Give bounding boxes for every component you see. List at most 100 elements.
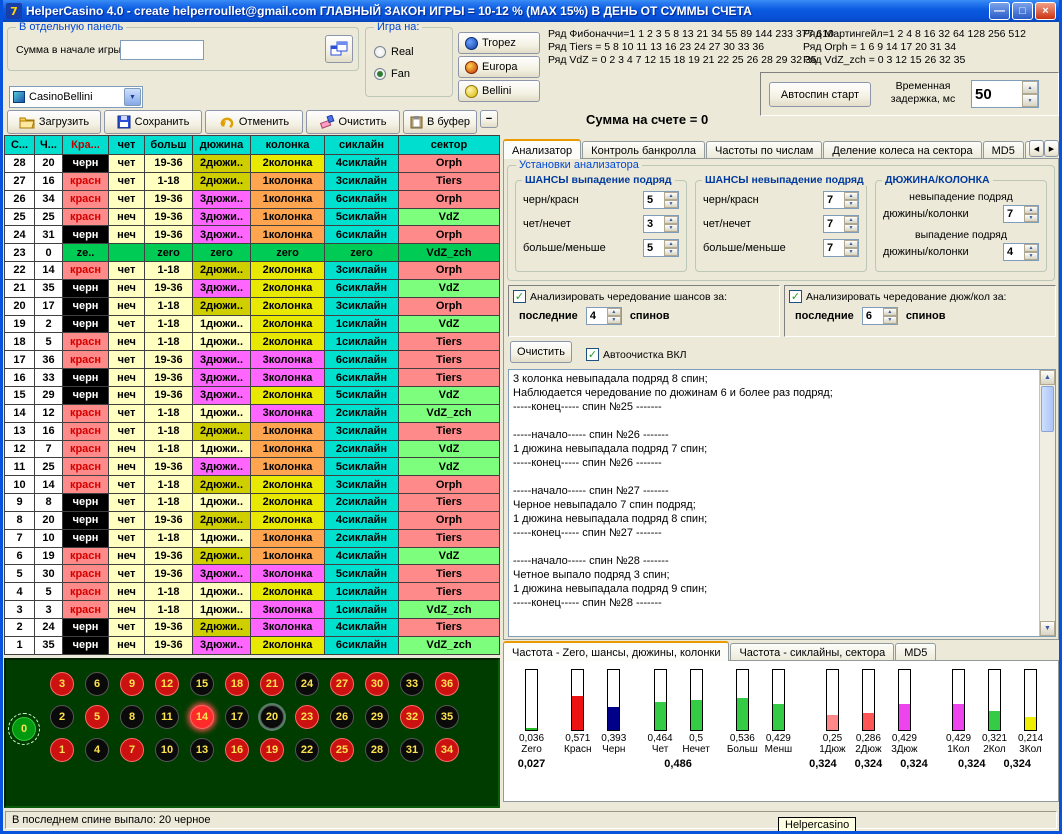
board-number-33[interactable]: 33 (400, 672, 424, 696)
casino-select[interactable]: CasinoBellini ▼ (9, 86, 143, 108)
maximize-button[interactable]: □ (1012, 2, 1033, 20)
scrollbar-thumb[interactable] (1041, 386, 1054, 432)
main-tab[interactable]: Частоты по числам (706, 141, 822, 159)
spinner-input[interactable] (1004, 244, 1024, 260)
spinner-down-icon[interactable]: ▼ (844, 200, 858, 208)
frequency-tab[interactable]: Частота - сиклайны, сектора (730, 643, 894, 661)
board-number-34[interactable]: 34 (435, 738, 459, 762)
board-number-29[interactable]: 29 (365, 705, 389, 729)
radio-fan[interactable]: Fan (374, 68, 410, 80)
load-button[interactable]: Загрузить (7, 110, 101, 134)
analyzer-setting-spinner[interactable]: ▲▼ (643, 191, 679, 209)
board-number-18[interactable]: 18 (225, 672, 249, 696)
spinner-up-icon[interactable]: ▲ (844, 192, 858, 200)
board-number-0[interactable]: 0 (12, 717, 36, 741)
spinner-down-icon[interactable]: ▼ (844, 248, 858, 256)
board-number-32[interactable]: 32 (400, 705, 424, 729)
spinner-up-icon[interactable]: ▲ (1024, 244, 1038, 252)
spinner-up-icon[interactable]: ▲ (883, 308, 897, 316)
analyzer-setting-spinner[interactable]: ▲▼ (643, 215, 679, 233)
alt-dozens-checkbox[interactable] (789, 290, 802, 303)
spinner-up-icon[interactable]: ▲ (1024, 206, 1038, 214)
frequency-tab[interactable]: Частота - Zero, шансы, дюжины, колонки (503, 641, 729, 661)
tab-scroll-right-icon[interactable]: ▶ (1044, 140, 1059, 157)
alt-chances-spinner-control[interactable]: ▲▼ (586, 307, 622, 325)
board-number-3[interactable]: 3 (50, 672, 74, 696)
spinner-input[interactable] (644, 240, 664, 256)
spinner-down-icon[interactable]: ▼ (664, 248, 678, 256)
board-number-24[interactable]: 24 (295, 672, 319, 696)
spinner-input[interactable] (824, 192, 844, 208)
board-number-35[interactable]: 35 (435, 705, 459, 729)
board-number-21[interactable]: 21 (260, 672, 284, 696)
board-number-13[interactable]: 13 (190, 738, 214, 762)
alt-dozens-spinner-control[interactable]: ▲▼ (862, 307, 898, 325)
board-number-16[interactable]: 16 (225, 738, 249, 762)
analyzer-setting-spinner[interactable]: ▲▼ (1003, 243, 1039, 261)
spinner-input[interactable] (863, 308, 883, 324)
start-sum-input[interactable] (120, 40, 204, 60)
dropdown-arrow-icon[interactable]: ▼ (124, 88, 141, 106)
spinner-down-icon[interactable]: ▼ (1024, 252, 1038, 260)
alt-dozens-spinner[interactable]: ▲▼ (862, 307, 898, 325)
tropez-button[interactable]: Tropez (458, 32, 540, 54)
board-number-26[interactable]: 26 (330, 705, 354, 729)
collapse-button[interactable]: − (480, 110, 498, 128)
main-tab[interactable]: Контроль банкролла (582, 141, 705, 159)
spinner-down-icon[interactable]: ▼ (1022, 94, 1038, 107)
main-tab[interactable]: MD5 (983, 141, 1024, 159)
analyzer-setting-spinner[interactable]: ▲▼ (823, 215, 859, 233)
save-button[interactable]: Сохранить (104, 110, 202, 134)
spinner-up-icon[interactable]: ▲ (664, 216, 678, 224)
alt-chances-spinner[interactable]: ▲▼ (586, 307, 622, 325)
main-tab[interactable]: Анализатор (503, 139, 581, 159)
alt-chances-checkbox[interactable] (513, 290, 526, 303)
spinner-input[interactable] (644, 192, 664, 208)
spinner-down-icon[interactable]: ▼ (664, 224, 678, 232)
spinner-input[interactable] (824, 216, 844, 232)
board-number-25[interactable]: 25 (330, 738, 354, 762)
board-number-14[interactable]: 14 (190, 705, 214, 729)
board-number-4[interactable]: 4 (85, 738, 109, 762)
board-number-17[interactable]: 17 (225, 705, 249, 729)
board-number-11[interactable]: 11 (155, 705, 179, 729)
board-number-9[interactable]: 9 (120, 672, 144, 696)
spinner-up-icon[interactable]: ▲ (607, 308, 621, 316)
detach-panel-button[interactable] (325, 35, 353, 63)
clear-button[interactable]: Очистить (306, 110, 400, 134)
titlebar[interactable]: 7 HelperCasino 4.0 - create helperroulle… (3, 0, 1059, 22)
main-tab[interactable]: Деление колеса на сектора (823, 141, 981, 159)
board-number-8[interactable]: 8 (120, 705, 144, 729)
board-number-15[interactable]: 15 (190, 672, 214, 696)
spinner-input[interactable] (644, 216, 664, 232)
scroll-up-icon[interactable]: ▲ (1040, 370, 1055, 385)
board-number-27[interactable]: 27 (330, 672, 354, 696)
board-number-36[interactable]: 36 (435, 672, 459, 696)
delay-spinner-control[interactable]: ▲▼ (971, 80, 1039, 108)
board-number-20[interactable]: 20 (260, 705, 284, 729)
board-number-23[interactable]: 23 (295, 705, 319, 729)
board-number-28[interactable]: 28 (365, 738, 389, 762)
spinner-up-icon[interactable]: ▲ (664, 240, 678, 248)
analyzer-log[interactable]: 3 колонка невыпадала подряд 8 спин; Набл… (508, 369, 1056, 637)
scroll-down-icon[interactable]: ▼ (1040, 621, 1055, 636)
analyzer-setting-spinner[interactable]: ▲▼ (643, 239, 679, 257)
log-scrollbar[interactable]: ▲ ▼ (1039, 370, 1055, 636)
board-number-22[interactable]: 22 (295, 738, 319, 762)
board-number-30[interactable]: 30 (365, 672, 389, 696)
board-number-19[interactable]: 19 (260, 738, 284, 762)
autoclear-checkbox[interactable] (586, 348, 599, 361)
spinner-up-icon[interactable]: ▲ (844, 240, 858, 248)
undo-button[interactable]: Отменить (205, 110, 303, 134)
spinner-input[interactable] (587, 308, 607, 324)
europa-button[interactable]: Europa (458, 56, 540, 78)
clear-analyzer-button[interactable]: Очистить (510, 341, 572, 363)
close-button[interactable]: × (1035, 2, 1056, 20)
spinner-down-icon[interactable]: ▼ (607, 316, 621, 324)
spinner-input[interactable] (824, 240, 844, 256)
spinner-up-icon[interactable]: ▲ (664, 192, 678, 200)
bellini-button[interactable]: Bellini (458, 80, 540, 102)
board-number-6[interactable]: 6 (85, 672, 109, 696)
board-number-7[interactable]: 7 (120, 738, 144, 762)
board-number-2[interactable]: 2 (50, 705, 74, 729)
